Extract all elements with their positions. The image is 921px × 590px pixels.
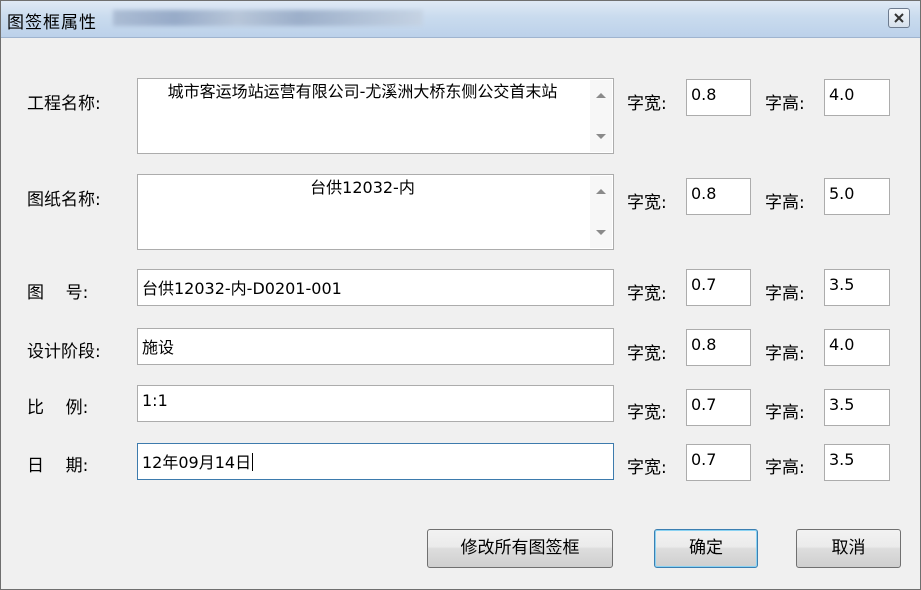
title-obscured-text (113, 10, 423, 26)
drawing-number-width-value: 0.7 (691, 275, 717, 294)
project-name-height-label: 字高: (765, 94, 805, 114)
drawing-number-label: 图 号: (27, 283, 89, 303)
project-name-input[interactable]: 城市客运场站运营有限公司-尤溪洲大桥东侧公交首末站 (137, 78, 614, 154)
scale-label: 比 例: (27, 398, 89, 418)
title-bar: 图签框属性 (1, 1, 920, 38)
drawing-name-width-value: 0.8 (691, 184, 717, 203)
date-width-value: 0.7 (691, 450, 717, 469)
dialog-window: 图签框属性 工程名称: 城市客运场站运营有限公司-尤溪洲大桥东侧公交首末站 字宽… (0, 0, 921, 590)
drawing-number-height-value: 3.5 (829, 275, 855, 294)
date-height-label: 字高: (765, 458, 805, 478)
project-name-height-input[interactable]: 4.0 (824, 79, 890, 116)
design-stage-height-value: 4.0 (829, 335, 855, 354)
scroll-down-arrow-icon[interactable] (596, 134, 606, 139)
scale-height-label: 字高: (765, 403, 805, 423)
design-stage-width-value: 0.8 (691, 335, 717, 354)
scale-value: 1:1 (142, 391, 168, 410)
project-name-width-label: 字宽: (627, 94, 667, 114)
design-stage-value: 施设 (142, 338, 175, 357)
modify-all-title-blocks-button[interactable]: 修改所有图签框 (427, 529, 613, 568)
date-height-value: 3.5 (829, 450, 855, 469)
design-stage-width-input[interactable]: 0.8 (686, 329, 751, 366)
drawing-name-value: 台供12032-内 (310, 178, 415, 197)
date-width-input[interactable]: 0.7 (686, 444, 751, 481)
drawing-name-height-value: 5.0 (829, 184, 855, 203)
project-name-value: 城市客运场站运营有限公司-尤溪洲大桥东侧公交首末站 (167, 82, 558, 101)
drawing-name-label: 图纸名称: (27, 190, 101, 210)
date-input[interactable]: 12年09月14日 (137, 443, 614, 480)
design-stage-height-label: 字高: (765, 344, 805, 364)
project-name-label: 工程名称: (27, 94, 101, 114)
scroll-up-arrow-icon[interactable] (596, 93, 606, 98)
scroll-up-arrow-icon[interactable] (596, 189, 606, 194)
scale-width-label: 字宽: (627, 403, 667, 423)
drawing-number-width-input[interactable]: 0.7 (686, 269, 751, 306)
window-title: 图签框属性 (7, 13, 97, 33)
design-stage-height-input[interactable]: 4.0 (824, 329, 890, 366)
close-button[interactable] (888, 8, 910, 28)
design-stage-label: 设计阶段: (27, 342, 101, 362)
project-name-scrollbar[interactable] (590, 80, 612, 152)
drawing-name-input[interactable]: 台供12032-内 (137, 174, 614, 250)
design-stage-input[interactable]: 施设 (137, 328, 614, 365)
date-value: 12年09月14日 (142, 453, 252, 472)
drawing-name-width-input[interactable]: 0.8 (686, 178, 751, 215)
date-width-label: 字宽: (627, 458, 667, 478)
scale-width-input[interactable]: 0.7 (686, 389, 751, 426)
drawing-number-height-label: 字高: (765, 284, 805, 304)
drawing-name-scrollbar[interactable] (590, 176, 612, 248)
scale-width-value: 0.7 (691, 395, 717, 414)
text-caret (252, 453, 254, 471)
project-name-height-value: 4.0 (829, 85, 855, 104)
project-name-width-input[interactable]: 0.8 (686, 79, 751, 116)
project-name-width-value: 0.8 (691, 85, 717, 104)
scale-height-value: 3.5 (829, 395, 855, 414)
scale-input[interactable]: 1:1 (137, 385, 614, 422)
drawing-number-value: 台供12032-内-D0201-001 (142, 279, 342, 298)
drawing-name-width-label: 字宽: (627, 193, 667, 213)
drawing-name-height-label: 字高: (765, 193, 805, 213)
date-text: 12年09月14日 (142, 449, 609, 473)
date-height-input[interactable]: 3.5 (824, 444, 890, 481)
date-label: 日 期: (27, 456, 89, 476)
design-stage-width-label: 字宽: (627, 344, 667, 364)
drawing-number-width-label: 字宽: (627, 284, 667, 304)
drawing-number-input[interactable]: 台供12032-内-D0201-001 (137, 269, 614, 306)
drawing-number-height-input[interactable]: 3.5 (824, 269, 890, 306)
scale-height-input[interactable]: 3.5 (824, 389, 890, 426)
drawing-name-height-input[interactable]: 5.0 (824, 178, 890, 215)
scroll-down-arrow-icon[interactable] (596, 230, 606, 235)
ok-button[interactable]: 确定 (654, 529, 758, 568)
cancel-button[interactable]: 取消 (796, 529, 901, 568)
